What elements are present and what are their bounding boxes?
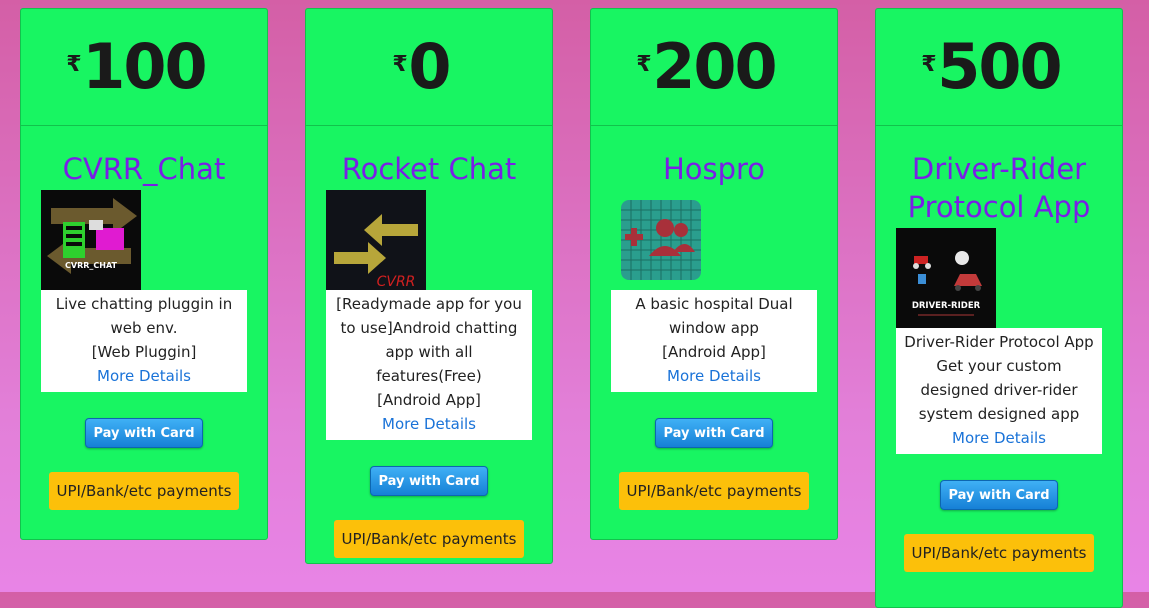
svg-text:CVRR_CHAT: CVRR_CHAT <box>65 261 118 270</box>
pay-with-card-button[interactable]: Pay with Card <box>940 480 1058 510</box>
more-details-link[interactable]: More Details <box>617 364 811 388</box>
price-value: 0 <box>408 30 451 103</box>
svg-text:CVRR: CVRR <box>377 274 416 290</box>
product-card-rocket-chat: ₹ 0 Rocket Chat CVRR [Readymade app for … <box>305 8 553 564</box>
price-header: ₹ 0 <box>306 9 552 126</box>
rupee-icon: ₹ <box>921 52 937 77</box>
price-header: ₹ 500 <box>876 9 1122 126</box>
description-line: Driver-Rider Protocol App <box>904 333 1094 351</box>
product-description: Live chatting pluggin in web env. [Web P… <box>41 290 247 392</box>
upi-payment-button[interactable]: UPI/Bank/etc payments <box>904 534 1094 572</box>
rupee-icon: ₹ <box>392 52 408 77</box>
product-title: Rocket Chat <box>341 152 517 186</box>
product-title: Driver-Rider Protocol App <box>907 152 1091 224</box>
product-card-hospro: ₹ 200 Hospro A basic hospital Dual windo… <box>590 8 838 540</box>
description-line: [Android App] <box>377 391 481 409</box>
product-card-cvrr-chat: ₹ 100 CVRR_Chat CVRR_CHAT Live chatting … <box>20 8 268 540</box>
price-header: ₹ 200 <box>591 9 837 126</box>
price-value: 200 <box>652 30 777 103</box>
product-title: Hospro <box>662 152 766 186</box>
cvrr-chat-logo-icon: CVRR_CHAT <box>41 190 141 290</box>
more-details-link[interactable]: More Details <box>902 426 1096 450</box>
rupee-icon: ₹ <box>66 52 82 77</box>
description-line: A basic hospital Dual window app <box>635 295 793 337</box>
svg-text:DRIVER-RIDER: DRIVER-RIDER <box>912 301 981 311</box>
product-description: Driver-Rider Protocol App Get your custo… <box>896 328 1102 454</box>
upi-payment-button[interactable]: UPI/Bank/etc payments <box>49 472 239 510</box>
hospro-logo-icon <box>621 200 701 280</box>
pay-with-card-button[interactable]: Pay with Card <box>655 418 773 448</box>
price-header: ₹ 100 <box>21 9 267 126</box>
pay-with-card-button[interactable]: Pay with Card <box>370 466 488 496</box>
product-card-driver-rider: ₹ 500 Driver-Rider Protocol App DRIVER-R… <box>875 8 1123 608</box>
pay-with-card-button[interactable]: Pay with Card <box>85 418 203 448</box>
product-title: CVRR_Chat <box>62 152 226 186</box>
description-line: Get your custom designed driver-rider sy… <box>918 357 1080 423</box>
product-description: A basic hospital Dual window app [Androi… <box>611 290 817 392</box>
product-description: [Readymade app for you to use]Android ch… <box>326 290 532 440</box>
more-details-link[interactable]: More Details <box>332 412 526 436</box>
description-line: [Web Pluggin] <box>91 343 197 361</box>
price-value: 500 <box>937 30 1062 103</box>
description-line: [Readymade app for you to use]Android ch… <box>336 295 522 385</box>
rupee-icon: ₹ <box>636 52 652 77</box>
driver-rider-logo-icon: DRIVER-RIDER <box>896 228 996 328</box>
more-details-link[interactable]: More Details <box>47 364 241 388</box>
description-line: Live chatting pluggin in web env. <box>55 295 233 337</box>
price-value: 100 <box>82 30 207 103</box>
upi-payment-button[interactable]: UPI/Bank/etc payments <box>619 472 809 510</box>
description-line: [Android App] <box>662 343 766 361</box>
upi-payment-button[interactable]: UPI/Bank/etc payments <box>334 520 524 558</box>
rocket-chat-logo-icon: CVRR <box>326 190 426 290</box>
